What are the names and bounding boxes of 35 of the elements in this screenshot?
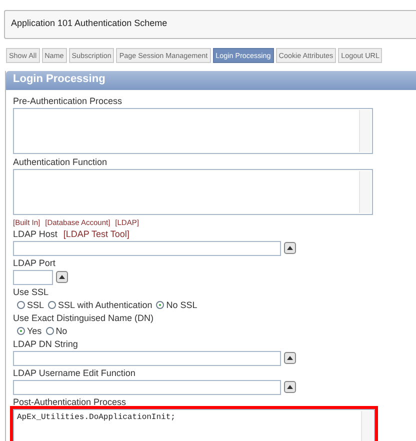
field-label: LDAP Host [13,229,58,239]
region-title: Login Processing [13,73,106,85]
field-label: Use Exact Distinguised Name (DN) [13,313,154,323]
radio-label: SSL with Authentication [58,300,152,310]
page-title: Application 101 Authentication Scheme [11,18,168,28]
field-label: LDAP DN String [13,339,78,349]
field-label: Authentication Function [13,157,108,167]
radio-label: SSL [27,300,44,310]
field-label: Use SSL [13,287,49,297]
input-field[interactable] [13,380,281,394]
radio-label: No SSL [166,300,198,310]
popup-button-icon[interactable] [284,381,296,393]
radio-button[interactable] [17,327,25,335]
scrollbar[interactable] [361,411,373,441]
radio-button[interactable] [17,301,25,309]
text-area[interactable]: ApEx_Utilities.DoApplicationInit; [13,409,375,441]
field-label: LDAP Username Edit Function [13,368,136,378]
code-text: ApEx_Utilities.DoApplicationInit; [17,413,176,422]
radio-label: No [56,326,68,336]
radio-button[interactable] [46,327,54,335]
input-field[interactable] [13,350,281,366]
field-label: LDAP Port [13,258,56,268]
radio-label: Yes [27,326,42,336]
radio-button[interactable] [48,301,56,309]
radio-button[interactable] [156,301,164,309]
link[interactable]: [LDAP Test Tool] [63,229,130,239]
popup-button-icon[interactable] [284,242,296,254]
input-field[interactable] [13,270,53,284]
popup-button-icon[interactable] [284,352,296,364]
input-field[interactable] [13,240,281,256]
scrollbar[interactable] [359,110,371,152]
scrollbar[interactable] [359,171,371,213]
field-label: Pre-Authentication Process [13,96,122,106]
field-label: Post-Authentication Process [13,397,126,407]
popup-button-icon[interactable] [56,271,68,283]
